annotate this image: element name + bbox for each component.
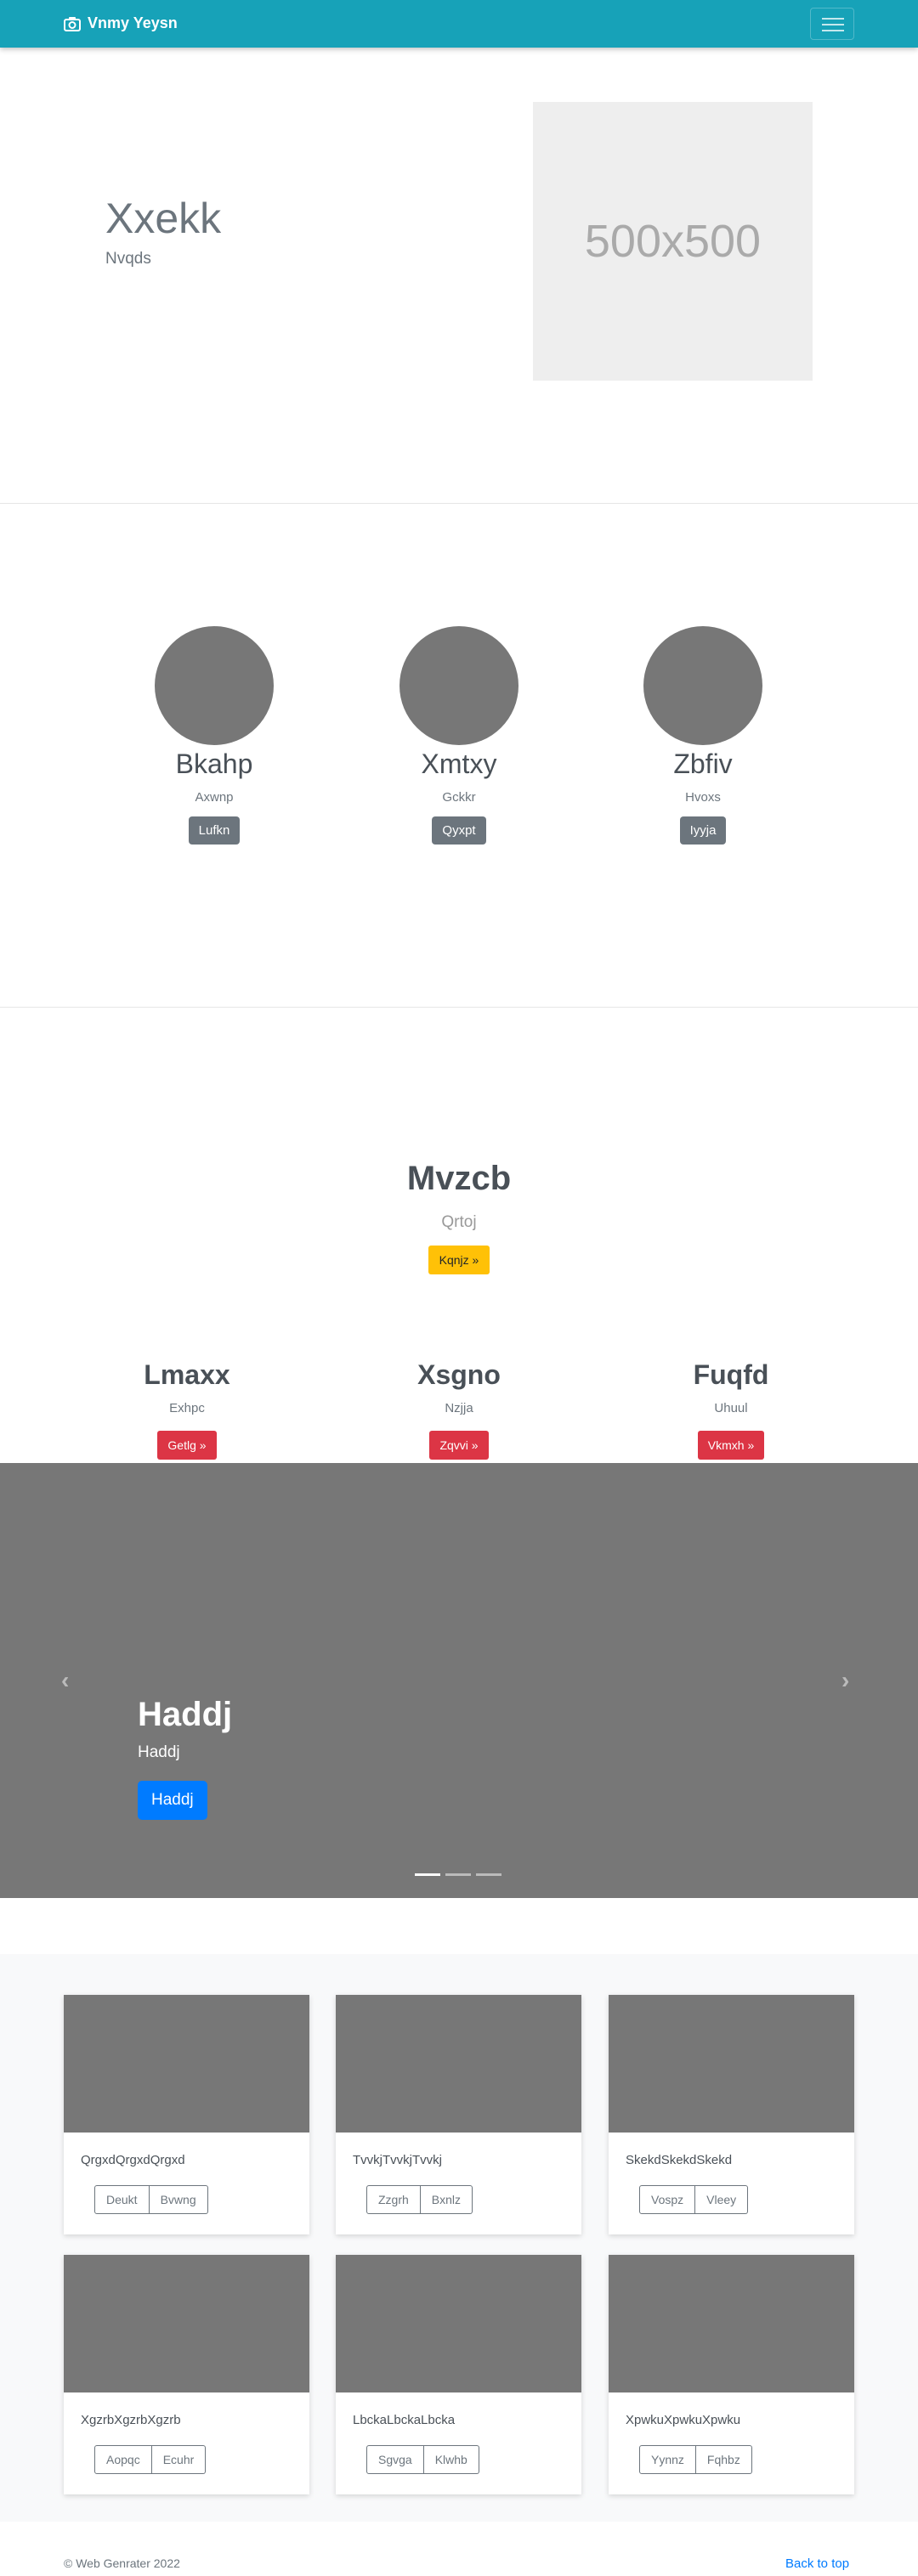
chevron-left-icon[interactable]: ‹ [61, 1667, 69, 1694]
card-button[interactable]: Vleey [695, 2185, 749, 2214]
avatar [643, 626, 762, 745]
carousel-indicator[interactable] [415, 1873, 440, 1876]
card-image-placeholder [609, 1995, 854, 2133]
brand-label: Vnmy Yeysn [88, 14, 178, 31]
person-button[interactable]: Qyxpt [432, 816, 486, 845]
brand-link[interactable]: Vnmy Yeysn [64, 14, 178, 32]
carousel-indicator[interactable] [476, 1873, 502, 1876]
person-card: Xmtxy Gckkr Qyxpt [374, 626, 544, 845]
card-button[interactable]: Sgvga [366, 2445, 424, 2474]
footer-copyright: © Web Genrater 2022 [64, 2556, 180, 2570]
card-button[interactable]: Yynnz [639, 2445, 696, 2474]
column-button[interactable]: Getlg » [157, 1431, 217, 1460]
menu-icon-line [822, 30, 844, 31]
feature-button[interactable]: Kqnjz » [428, 1246, 490, 1274]
column-block: Fuqfd Uhuul Vkmxh » [646, 1359, 816, 1460]
column-desc: Exhpc [169, 1401, 205, 1415]
card-image-placeholder [64, 1995, 309, 2133]
carousel: ‹ › Haddj Haddj Haddj [0, 1463, 918, 1898]
card-button[interactable]: Ecuhr [151, 2445, 207, 2474]
column-title: Lmaxx [144, 1359, 230, 1390]
camera-icon [64, 16, 81, 31]
card-button[interactable]: Fqhbz [695, 2445, 752, 2474]
card-image-placeholder [609, 2255, 854, 2392]
card-button-group: Deukt Bvwng [94, 2185, 208, 2214]
person-name: Xmtxy [421, 749, 497, 779]
hero-title: Xxekk [105, 195, 222, 242]
card-image-placeholder [64, 2255, 309, 2392]
card-button-group: Aopqc Ecuhr [94, 2445, 207, 2474]
card-button[interactable]: Bxnlz [420, 2185, 473, 2214]
card-text: QrgxdQrgxdQrgxd [81, 2153, 185, 2167]
column-title: Fuqfd [693, 1359, 769, 1390]
person-button[interactable]: Iyyja [679, 816, 727, 845]
card-button-group: Yynnz Fqhbz [639, 2445, 752, 2474]
column-button[interactable]: Zqvvi » [429, 1431, 489, 1460]
card-button[interactable]: Aopqc [94, 2445, 152, 2474]
album-card: LbckaLbckaLbcka Sgvga Klwhb [336, 2255, 581, 2494]
card-button[interactable]: Zzgrh [366, 2185, 421, 2214]
carousel-button[interactable]: Haddj [138, 1781, 207, 1820]
person-desc: Gckkr [442, 790, 476, 805]
feature-title: Mvzcb [406, 1160, 512, 1197]
person-card: Bkahp Axwnp Lufkn [129, 626, 299, 845]
person-desc: Axwnp [195, 790, 234, 805]
column-desc: Uhuul [714, 1401, 748, 1415]
menu-icon-line [822, 18, 844, 20]
card-text: XgzrbXgzrbXgzrb [81, 2413, 181, 2427]
navbar: Vnmy Yeysn [0, 0, 918, 48]
album-card: SkekdSkekdSkekd Vospz Vleey [609, 1995, 854, 2234]
section-divider [0, 503, 918, 504]
card-image-placeholder [336, 1995, 581, 2133]
column-title: Xsgno [417, 1359, 501, 1390]
card-button[interactable]: Bvwng [149, 2185, 208, 2214]
feature-subtitle: Qrtoj [441, 1213, 477, 1231]
carousel-title: Haddj [138, 1696, 233, 1733]
person-name: Bkahp [175, 749, 253, 779]
carousel-subtitle: Haddj [138, 1743, 180, 1761]
avatar [400, 626, 518, 745]
person-button[interactable]: Lufkn [188, 816, 241, 845]
chevron-right-icon[interactable]: › [842, 1667, 849, 1694]
card-text: LbckaLbckaLbcka [353, 2413, 456, 2427]
album-card: XpwkuXpwkuXpwku Yynnz Fqhbz [609, 2255, 854, 2494]
column-desc: Nzjja [445, 1401, 473, 1415]
card-button[interactable]: Vospz [639, 2185, 696, 2214]
column-block: Xsgno Nzjja Zqvvi » [374, 1359, 544, 1460]
navbar-toggler-button[interactable] [810, 8, 854, 40]
card-text: TvvkjTvvkjTvvkj [353, 2153, 442, 2167]
card-button-group: Zzgrh Bxnlz [366, 2185, 473, 2214]
album-section: QrgxdQrgxdQrgxd Deukt Bvwng TvvkjTvvkjTv… [0, 1954, 918, 2522]
person-name: Zbfiv [673, 749, 733, 779]
album-card: QrgxdQrgxdQrgxd Deukt Bvwng [64, 1995, 309, 2234]
hero-image-placeholder: 500x500 [533, 102, 813, 381]
card-button[interactable]: Deukt [94, 2185, 150, 2214]
album-card: TvvkjTvvkjTvvkj Zzgrh Bxnlz [336, 1995, 581, 2234]
back-to-top-link[interactable]: Back to top [785, 2556, 849, 2571]
person-desc: Hvoxs [685, 790, 721, 805]
menu-icon-line [822, 24, 844, 25]
album-card: XgzrbXgzrbXgzrb Aopqc Ecuhr [64, 2255, 309, 2494]
section-divider [0, 1007, 918, 1008]
avatar [155, 626, 274, 745]
carousel-indicator[interactable] [445, 1873, 471, 1876]
card-button[interactable]: Klwhb [423, 2445, 479, 2474]
person-card: Zbfiv Hvoxs Iyyja [618, 626, 788, 845]
column-button[interactable]: Vkmxh » [697, 1431, 765, 1460]
card-button-group: Vospz Vleey [639, 2185, 749, 2214]
card-text: XpwkuXpwkuXpwku [626, 2413, 741, 2427]
column-block: Lmaxx Exhpc Getlg » [102, 1359, 272, 1460]
card-image-placeholder [336, 2255, 581, 2392]
card-text: SkekdSkekdSkekd [626, 2153, 733, 2167]
feature-block: Mvzcb Qrtoj Kqnjz » [332, 1160, 586, 1274]
hero-subtitle: Nvqds [105, 250, 151, 268]
card-button-group: Sgvga Klwhb [366, 2445, 479, 2474]
